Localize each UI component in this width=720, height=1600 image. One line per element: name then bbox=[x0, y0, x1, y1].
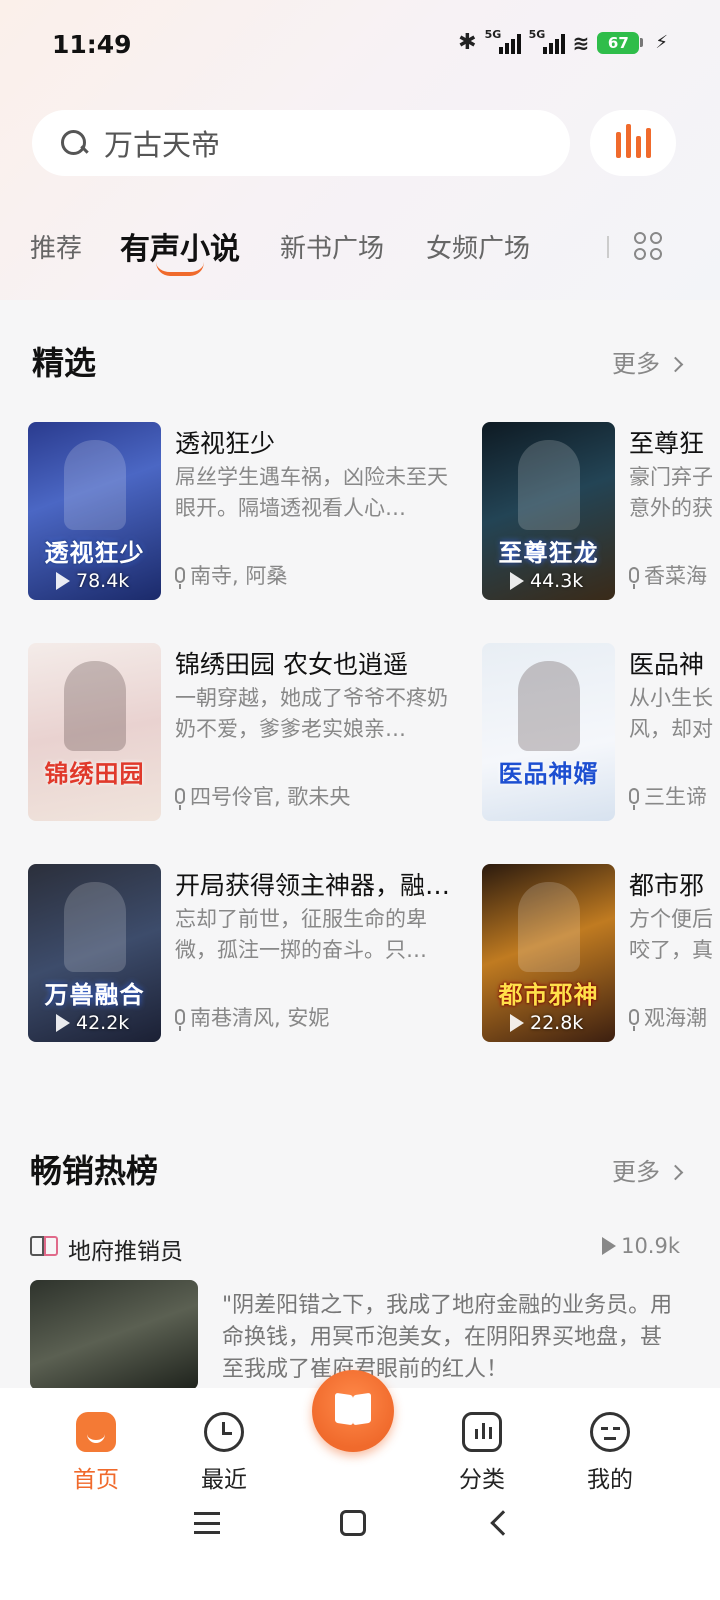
book-title: 医品神 bbox=[629, 650, 705, 679]
microphone-icon bbox=[629, 788, 639, 810]
active-tab-indicator bbox=[156, 262, 204, 276]
book-narrator: 香菜海 bbox=[629, 560, 707, 590]
audio-player-button[interactable] bbox=[590, 110, 676, 176]
play-icon bbox=[510, 1014, 524, 1032]
battery-icon: 67 bbox=[597, 31, 644, 54]
equalizer-icon bbox=[615, 132, 621, 158]
microphone-icon bbox=[629, 567, 639, 589]
book-card[interactable]: 透视狂少 78.4k 透视狂少 屌丝学生遇车祸，凶险未至天眼开。隔墙透视看人心…… bbox=[28, 422, 488, 602]
book-narrator: 三生谛 bbox=[629, 781, 707, 811]
category-icon bbox=[462, 1412, 502, 1452]
play-count: 44.3k bbox=[510, 570, 583, 592]
play-count: 78.4k bbox=[56, 570, 129, 592]
system-home-icon[interactable] bbox=[340, 1510, 366, 1536]
play-count: 10.9k bbox=[602, 1234, 680, 1258]
nav-home[interactable]: 首页 bbox=[36, 1412, 156, 1494]
book-cover: 医品神婿 bbox=[482, 643, 615, 821]
book-cover: 万兽融合 42.2k bbox=[28, 864, 161, 1042]
book-title: 锦绣田园 农女也逍遥 bbox=[175, 650, 408, 679]
profile-icon bbox=[590, 1412, 630, 1452]
book-narrator: 四号伶官, 歌未央 bbox=[175, 781, 350, 811]
signal-icon: 5G bbox=[485, 28, 521, 54]
book-description: 豪门弃子意外的获 bbox=[629, 465, 713, 520]
bestseller-more-link[interactable]: 更多 bbox=[612, 1152, 684, 1187]
listen-center-button[interactable] bbox=[312, 1370, 394, 1452]
book-narrator: 观海潮 bbox=[629, 1002, 707, 1032]
microphone-icon bbox=[175, 567, 185, 589]
play-count: 42.2k bbox=[56, 1012, 129, 1034]
chevron-right-icon bbox=[667, 356, 684, 373]
play-icon bbox=[56, 572, 70, 590]
wifi-icon: ≋ bbox=[572, 30, 590, 55]
category-tabs: 推荐 有声小说 新书广场 女频广场 bbox=[0, 220, 720, 290]
tab-divider bbox=[607, 236, 609, 258]
nav-profile[interactable]: 我的 bbox=[550, 1412, 670, 1494]
featured-title: 精选 bbox=[32, 344, 97, 382]
play-count: 22.8k bbox=[510, 1012, 583, 1034]
book-description: 一朝穿越，她成了爷爷不疼奶奶不爱，爹爹老实娘亲… bbox=[175, 686, 448, 741]
search-icon bbox=[60, 129, 88, 157]
recent-apps-icon[interactable] bbox=[194, 1512, 220, 1534]
play-icon bbox=[56, 1014, 70, 1032]
bestseller-description: "阴差阳错之下，我成了地府金融的业务员。用命换钱，用冥币泡美女，在阴阳界买地盘，… bbox=[222, 1293, 673, 1382]
home-icon bbox=[76, 1412, 116, 1452]
book-title: 透视狂少 bbox=[175, 429, 276, 458]
book-description: 屌丝学生遇车祸，凶险未至天眼开。隔墙透视看人心… bbox=[175, 465, 448, 520]
charging-icon: ⚡ bbox=[655, 32, 668, 53]
book-card[interactable]: 至尊狂龙 44.3k 至尊狂 豪门弃子意外的获 香菜海 bbox=[482, 422, 720, 602]
search-placeholder: 万古天帝 bbox=[104, 128, 221, 162]
book-description: 忘却了前世，征服生命的卑微，孤注一掷的奋斗。只… bbox=[175, 907, 427, 962]
back-icon[interactable] bbox=[490, 1510, 516, 1536]
book-title: 开局获得领主神器，融… bbox=[175, 871, 451, 900]
book-cover: 都市邪神 22.8k bbox=[482, 864, 615, 1042]
tab-female-channel[interactable]: 女频广场 bbox=[426, 228, 530, 265]
book-title: 至尊狂 bbox=[629, 429, 705, 458]
system-navigation bbox=[0, 1500, 720, 1560]
book-cover: 锦绣田园 bbox=[28, 643, 161, 821]
status-bar: 11:49 ✱ 5G 5G ≋ 67 ⚡ bbox=[0, 0, 720, 90]
status-time: 11:49 bbox=[52, 30, 132, 59]
book-card[interactable]: 都市邪神 22.8k 都市邪 方个便后咬了，真 观海潮 bbox=[482, 864, 720, 1044]
microphone-icon bbox=[629, 1009, 639, 1031]
book-card[interactable]: 锦绣田园 锦绣田园 农女也逍遥 一朝穿越，她成了爷爷不疼奶奶不爱，爹爹老实娘亲…… bbox=[28, 643, 488, 823]
headphone-book-icon bbox=[334, 1392, 372, 1426]
book-narrator: 南巷清风, 安妮 bbox=[175, 1002, 329, 1032]
status-icons: ✱ 5G 5G ≋ 67 ⚡ bbox=[458, 28, 668, 56]
tab-recommend[interactable]: 推荐 bbox=[30, 228, 82, 265]
book-cover: 透视狂少 78.4k bbox=[28, 422, 161, 600]
signal-icon-2: 5G bbox=[529, 28, 565, 54]
bluetooth-icon: ✱ bbox=[458, 30, 477, 55]
book-card[interactable]: 万兽融合 42.2k 开局获得领主神器，融… 忘却了前世，征服生命的卑微，孤注一… bbox=[28, 864, 488, 1044]
clock-icon bbox=[204, 1412, 244, 1452]
nav-recent[interactable]: 最近 bbox=[164, 1412, 284, 1494]
bestseller-cover[interactable] bbox=[30, 1280, 198, 1390]
book-cover: 至尊狂龙 44.3k bbox=[482, 422, 615, 600]
featured-more-link[interactable]: 更多 bbox=[612, 344, 684, 379]
chevron-right-icon bbox=[667, 1164, 684, 1181]
book-title: 都市邪 bbox=[629, 871, 705, 900]
microphone-icon bbox=[175, 788, 185, 810]
book-narrator: 南寺, 阿桑 bbox=[175, 560, 287, 590]
tab-new-books[interactable]: 新书广场 bbox=[280, 228, 384, 265]
nav-category[interactable]: 分类 bbox=[422, 1412, 542, 1494]
book-description: 方个便后咬了，真 bbox=[629, 907, 713, 962]
play-icon bbox=[602, 1237, 617, 1255]
bestseller-item[interactable]: 地府推销员 10.9k bbox=[30, 1230, 680, 1266]
book-card[interactable]: 医品神婿 医品神 从小生长风，却对 三生谛 bbox=[482, 643, 720, 823]
bestseller-title: 畅销热榜 bbox=[30, 1152, 159, 1190]
grid-menu-icon[interactable] bbox=[634, 232, 664, 262]
book-description: 从小生长风，却对 bbox=[629, 686, 713, 741]
open-book-icon bbox=[30, 1236, 60, 1258]
bestseller-book-title: 地府推销员 bbox=[68, 1239, 183, 1265]
search-input[interactable]: 万古天帝 bbox=[32, 110, 570, 176]
microphone-icon bbox=[175, 1009, 185, 1031]
play-icon bbox=[510, 572, 524, 590]
